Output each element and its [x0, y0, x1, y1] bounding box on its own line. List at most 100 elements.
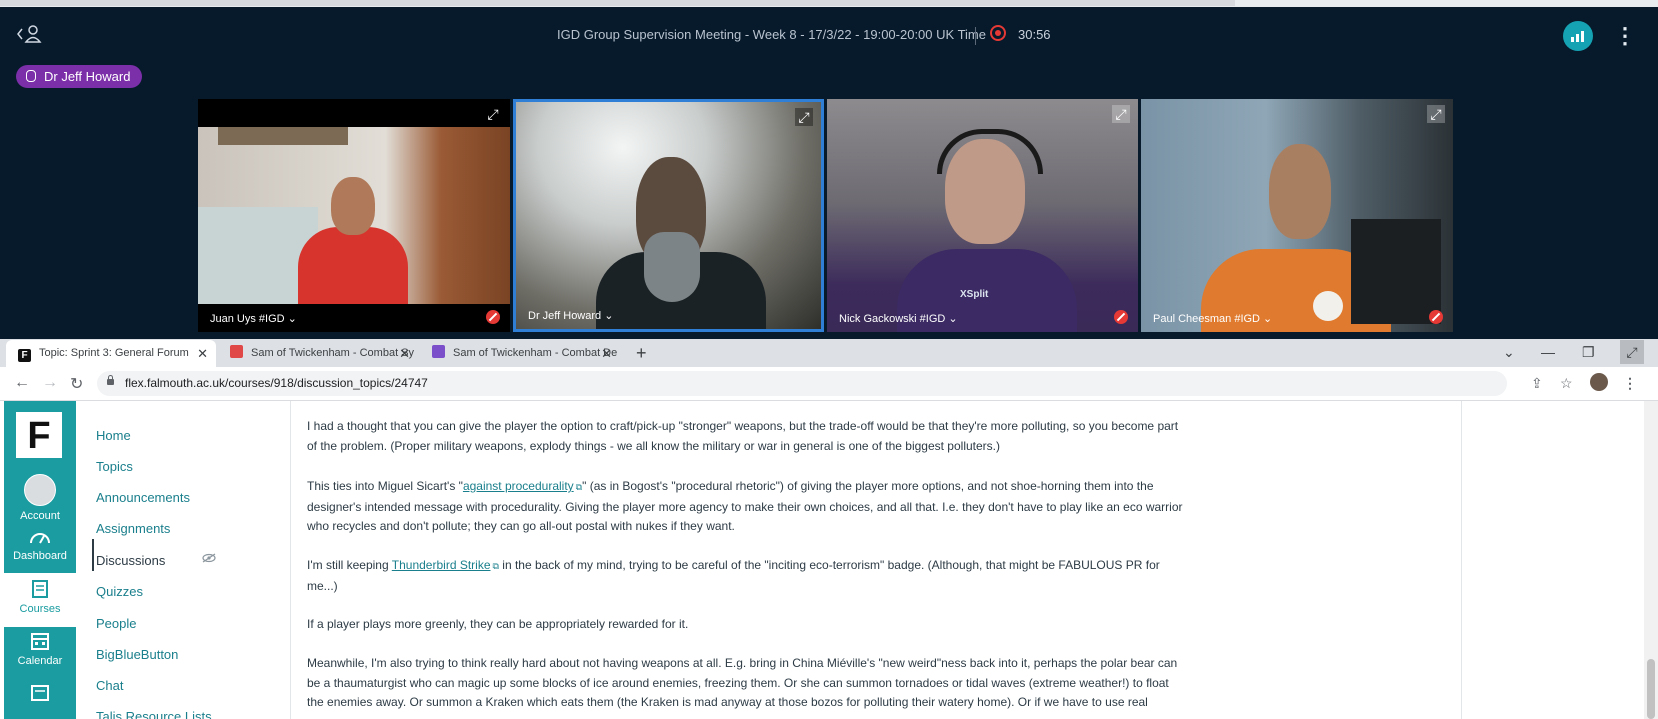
top-strip [0, 0, 1658, 7]
expand-icon[interactable]: ⤢ [484, 105, 502, 123]
participant-video: XSplit [827, 99, 1138, 332]
browser-tab[interactable]: Sam of Twickenham - Combat De ✕ [420, 340, 620, 367]
video-tile[interactable]: ⤢ Juan Uys #IGD ⌄ [198, 99, 510, 332]
course-nav-chat[interactable]: Chat [96, 678, 123, 693]
reload-icon[interactable]: ↻ [70, 374, 83, 394]
post-paragraph: I had a thought that you can give the pl… [307, 419, 1179, 453]
text-span: This ties into Miguel Sicart's " [307, 479, 463, 493]
meeting-panel: IGD Group Supervision Meeting - Week 8 -… [0, 7, 1658, 339]
muted-mic-icon [1429, 310, 1443, 324]
participant-video [516, 102, 821, 329]
forward-icon[interactable]: → [42, 374, 58, 392]
expand-icon[interactable]: ⤢ [1427, 105, 1445, 123]
canvas-page: F Account Dashboard Courses Calendar Hom… [0, 401, 1658, 719]
browser-tab-strip: F Topic: Sprint 3: General Forum ✕ Sam of… [0, 339, 1658, 367]
post-paragraph: This ties into Miguel Sicart's "against … [307, 477, 1187, 537]
mic-icon [26, 70, 36, 82]
active-speaker-name: Dr Jeff Howard [44, 69, 131, 84]
page-scrollbar[interactable] [1644, 401, 1658, 719]
falmouth-icon: F [18, 349, 31, 362]
video-tile[interactable]: ⤢ Paul Cheesman #IGD ⌄ [1141, 99, 1453, 332]
course-nav-topics[interactable]: Topics [96, 459, 133, 474]
video-tile-active[interactable]: ⤢ Dr Jeff Howard ⌄ [513, 99, 824, 332]
tab-search-icon[interactable]: ⌄ [1503, 340, 1515, 364]
profile-avatar[interactable] [1590, 373, 1608, 391]
active-indicator [92, 539, 94, 571]
course-nav-quizzes[interactable]: Quizzes [96, 584, 143, 599]
close-window-icon[interactable]: ⤢ [1620, 340, 1644, 364]
course-nav-talis[interactable]: Talis Resource Lists [96, 709, 212, 719]
inbox-icon [31, 685, 49, 701]
meeting-title: IGD Group Supervision Meeting - Week 8 -… [557, 27, 986, 42]
recording-icon[interactable] [990, 25, 1006, 41]
close-tab-icon[interactable]: ✕ [601, 340, 612, 367]
browser-tab-active[interactable]: F Topic: Sprint 3: General Forum ✕ [6, 340, 216, 367]
window-titlebar [0, 0, 1235, 6]
account-avatar-icon [24, 474, 56, 506]
participant-name: Nick Gackowski #IGD ⌄ [839, 313, 958, 325]
beard [644, 232, 700, 302]
tab-label: Sam of Twickenham - Combat De [453, 347, 618, 359]
restore-icon[interactable]: ❐ [1582, 340, 1595, 364]
text-span: I'm still keeping [307, 558, 392, 572]
falmouth-logo[interactable]: F [16, 412, 62, 458]
calendar-icon [31, 633, 49, 650]
discussion-post: I had a thought that you can give the pl… [290, 401, 1462, 719]
share-icon[interactable]: ⇪ [1531, 375, 1543, 392]
shelf [218, 127, 348, 145]
course-nav-discussions[interactable]: Discussions [96, 553, 165, 568]
face [1269, 144, 1331, 239]
bookmark-star-icon[interactable]: ☆ [1560, 375, 1573, 392]
nav-calendar[interactable]: Calendar [4, 631, 76, 667]
nav-label: Courses [19, 603, 61, 615]
participant-video [1141, 99, 1453, 332]
url-text: flex.falmouth.ac.uk/courses/918/discussi… [125, 376, 428, 390]
kanji-badge [1313, 291, 1343, 321]
course-nav-home[interactable]: Home [96, 428, 131, 443]
connection-status-icon[interactable] [1563, 21, 1593, 51]
post-paragraph: If a player plays more greenly, they can… [307, 617, 689, 631]
tab-label: Sam of Twickenham - Combat Sy [251, 347, 415, 359]
expand-icon[interactable]: ⤢ [1112, 105, 1130, 123]
nav-account[interactable]: Account [4, 474, 76, 522]
course-nav-bigbluebutton[interactable]: BigBlueButton [96, 647, 178, 662]
xsplit-logo: XSplit [960, 289, 989, 300]
monitor [1351, 219, 1441, 324]
leave-user-icon[interactable] [16, 23, 44, 47]
nav-dashboard[interactable]: Dashboard [4, 528, 76, 562]
close-tab-icon[interactable]: ✕ [399, 340, 410, 367]
browser-tab[interactable]: Sam of Twickenham - Combat Sy ✕ [218, 340, 418, 367]
url-bar[interactable]: flex.falmouth.ac.uk/courses/918/discussi… [97, 371, 1507, 396]
thunderbird-strike-link[interactable]: Thunderbird Strike [392, 558, 491, 572]
participant-video [198, 127, 510, 304]
scrollbar-thumb[interactable] [1647, 659, 1655, 719]
face [331, 177, 375, 235]
post-paragraph: Meanwhile, I'm also trying to think real… [307, 656, 1178, 710]
muted-mic-icon [1114, 310, 1128, 324]
nav-inbox[interactable] [4, 683, 76, 707]
course-nav-announcements[interactable]: Announcements [96, 490, 190, 505]
minimize-icon[interactable]: — [1541, 340, 1555, 364]
against-procedurality-link[interactable]: against procedurality [463, 479, 574, 493]
participant-name: Dr Jeff Howard ⌄ [528, 310, 614, 322]
nav-label: Dashboard [13, 550, 67, 562]
tab-label: Topic: Sprint 3: General Forum [39, 347, 189, 359]
address-bar-row: ← → ↻ flex.falmouth.ac.uk/courses/918/di… [0, 367, 1658, 401]
video-tile[interactable]: XSplit ⤢ Nick Gackowski #IGD ⌄ [827, 99, 1138, 332]
more-options-icon[interactable]: ⋮ [1614, 25, 1636, 47]
expand-icon[interactable]: ⤢ [795, 108, 813, 126]
new-tab-button[interactable]: + [636, 340, 647, 366]
course-nav-assignments[interactable]: Assignments [96, 521, 170, 536]
browser-menu-icon[interactable]: ⋮ [1623, 375, 1637, 392]
course-nav-people[interactable]: People [96, 616, 136, 631]
nav-courses[interactable]: Courses [4, 573, 76, 627]
headphones [937, 129, 1043, 174]
docs-icon [432, 345, 445, 358]
muted-mic-icon [486, 310, 500, 324]
active-speaker-badge: Dr Jeff Howard [16, 65, 143, 88]
hidden-eye-icon [202, 553, 216, 563]
close-tab-icon[interactable]: ✕ [197, 340, 208, 367]
back-icon[interactable]: ← [14, 374, 30, 392]
participant-name: Paul Cheesman #IGD ⌄ [1153, 313, 1273, 325]
lock-icon [107, 375, 114, 385]
